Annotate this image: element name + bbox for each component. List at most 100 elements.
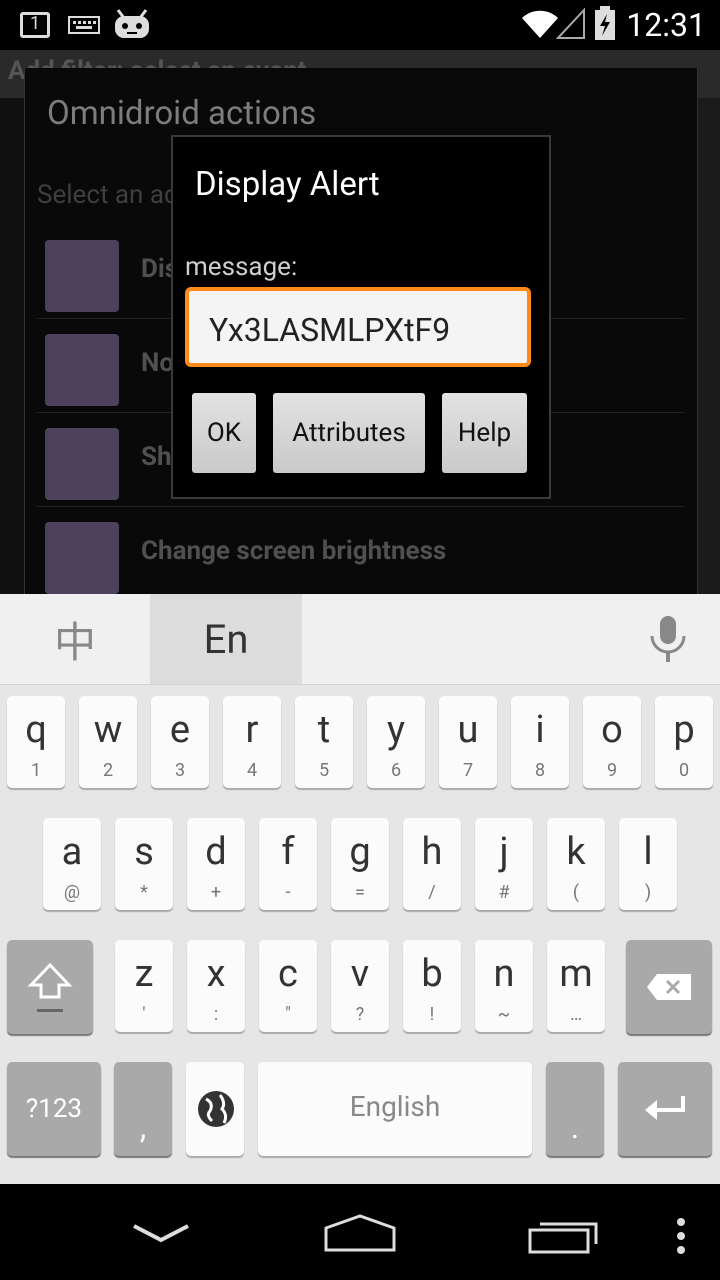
key-p[interactable]: p0 [655, 696, 713, 788]
action-icon [45, 522, 119, 594]
action-icon [45, 334, 119, 406]
key-secondary-label: 5 [318, 760, 330, 781]
key-secondary-label: - [285, 882, 291, 903]
key-secondary-label: + [210, 882, 222, 903]
key-secondary-label: … [569, 1004, 583, 1025]
key-k[interactable]: k( [547, 818, 605, 910]
key-h[interactable]: h / [403, 818, 461, 910]
key-secondary-label: = [355, 882, 365, 903]
key-secondary-label: ' [142, 1004, 146, 1025]
cyanogen-icon [112, 6, 152, 44]
key-s[interactable]: s * [115, 818, 173, 910]
key-secondary-label: : [213, 1004, 219, 1025]
home-button[interactable] [322, 1212, 398, 1258]
key-secondary-label: 8 [534, 760, 546, 781]
period-key[interactable]: . [546, 1062, 604, 1156]
key-secondary-label: 4 [246, 760, 258, 781]
key-primary-label: b [421, 952, 443, 996]
key-a[interactable]: a @ [43, 818, 101, 910]
microphone-icon[interactable] [640, 614, 696, 664]
language-english-tab[interactable]: En [150, 594, 302, 684]
alert-dialog-title: Display Alert [195, 165, 380, 204]
key-secondary-label: @ [63, 882, 81, 903]
key-f[interactable]: f- [259, 818, 317, 910]
key-u[interactable]: u7 [439, 696, 497, 788]
recent-apps-button[interactable] [526, 1216, 598, 1260]
action-icon [45, 240, 119, 312]
comma-key[interactable]: , [114, 1062, 172, 1156]
key-secondary-label: # [498, 882, 510, 903]
key-secondary-label: 2 [102, 760, 114, 781]
key-primary-label: m [559, 952, 593, 996]
key-m[interactable]: m… [547, 940, 605, 1032]
backspace-icon [647, 974, 691, 1000]
key-primary-label: n [493, 952, 515, 996]
key-q[interactable]: q1 [7, 696, 65, 788]
key-secondary-label: ! [429, 1004, 435, 1025]
display-alert-dialog: Display Alert message: Yx3LASMLPXtF9 OK … [171, 135, 551, 499]
key-primary-label: y [387, 708, 405, 752]
shift-icon [27, 962, 73, 1012]
key-z[interactable]: z ' [115, 940, 173, 1032]
key-y[interactable]: y6 [367, 696, 425, 788]
backspace-key[interactable] [626, 940, 712, 1034]
keyboard-icon [68, 14, 100, 40]
language-chinese-tab[interactable]: 中 [0, 594, 150, 684]
key-secondary-label: ? [355, 1004, 365, 1025]
key-l[interactable]: l) [619, 818, 677, 910]
key-primary-label: e [169, 708, 191, 752]
home-icon [324, 1214, 396, 1252]
message-input[interactable]: Yx3LASMLPXtF9 [185, 287, 531, 367]
key-e[interactable]: e3 [151, 696, 209, 788]
key-primary-label: z [134, 952, 154, 996]
signal-icon [555, 7, 586, 44]
key-j[interactable]: j # [475, 818, 533, 910]
key-t[interactable]: t5 [295, 696, 353, 788]
key-primary-label: q [25, 708, 47, 752]
key-secondary-label: 6 [390, 760, 402, 781]
key-v[interactable]: v? [331, 940, 389, 1032]
enter-key[interactable] [618, 1062, 712, 1156]
key-g[interactable]: g = [331, 818, 389, 910]
message-label: message: [185, 252, 298, 282]
key-primary-label: s [134, 830, 154, 874]
key-x[interactable]: x: [187, 940, 245, 1032]
ok-button[interactable]: OK [192, 393, 256, 473]
key-o[interactable]: o9 [583, 696, 641, 788]
calendar-icon: 1 [20, 12, 50, 38]
shift-key[interactable] [7, 940, 93, 1034]
language-globe-key[interactable] [186, 1062, 244, 1156]
key-w[interactable]: w2 [79, 696, 137, 788]
chevron-down-icon [133, 1224, 189, 1243]
overflow-menu-button[interactable] [674, 1216, 688, 1260]
key-secondary-label: 3 [174, 760, 186, 781]
help-button[interactable]: Help [442, 393, 527, 473]
space-key[interactable]: English [258, 1062, 532, 1156]
key-primary-label: i [535, 708, 545, 752]
key-primary-label: d [205, 830, 227, 874]
key-primary-label: h [421, 830, 443, 874]
key-primary-label: j [499, 830, 509, 874]
key-primary-label: t [317, 708, 331, 752]
space-key-label: English [349, 1090, 441, 1123]
attributes-button[interactable]: Attributes [273, 393, 425, 473]
key-primary-label: g [349, 830, 371, 874]
symbols-key[interactable]: ?123 [7, 1062, 101, 1156]
key-primary-label: o [601, 708, 623, 752]
action-label: Change screen brightness [141, 536, 447, 566]
key-primary-label: a [61, 830, 83, 874]
key-r[interactable]: r4 [223, 696, 281, 788]
key-b[interactable]: b! [403, 940, 461, 1032]
key-d[interactable]: d + [187, 818, 245, 910]
key-primary-label: u [457, 708, 479, 752]
back-down-button[interactable] [130, 1220, 192, 1250]
key-i[interactable]: i8 [511, 696, 569, 788]
key-secondary-label: ~ [497, 1004, 511, 1025]
key-secondary-label: 9 [606, 760, 618, 781]
key-c[interactable]: c " [259, 940, 317, 1032]
key-primary-label: k [566, 830, 586, 874]
key-n[interactable]: n ~ [475, 940, 533, 1032]
action-item-change-brightness[interactable]: Change screen brightness [37, 506, 685, 600]
battery-charging-icon [594, 6, 616, 44]
key-secondary-label: / [428, 882, 436, 903]
